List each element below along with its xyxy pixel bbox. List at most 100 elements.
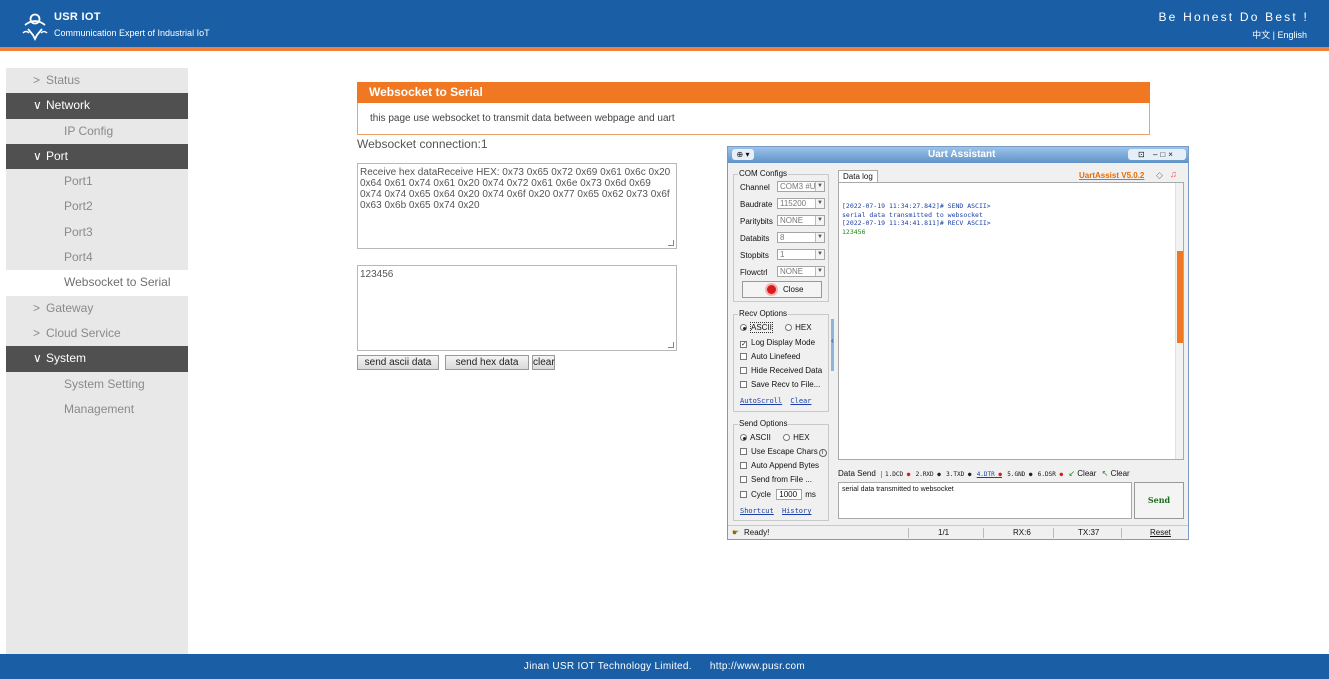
clear-log-button[interactable]: ↖ Clear [1102,469,1130,478]
pin-dcd[interactable]: 1.DCD ● [881,471,911,478]
tab-data-log[interactable]: Data log [838,170,878,182]
sidebar-item-label: Network [46,98,91,113]
stopbits-select[interactable]: 1 ▼ [777,249,825,260]
send-hex-button[interactable]: send hex data [445,355,529,370]
uart-send-button[interactable]: Send [1134,482,1184,519]
chevron-down-icon: ∨ [33,98,42,113]
databits-select[interactable]: 8 ▼ [777,232,825,243]
radio-selected-icon [740,434,747,441]
pin-dsr[interactable]: 6.DSR ● [1038,471,1063,478]
save-recv-to-file-checkbox[interactable]: Save Recv to File... [740,380,820,389]
chevron-right-icon: > [33,300,41,315]
send-hex-radio[interactable]: HEX [783,433,810,442]
version-link[interactable]: UartAssist V5.0.2 [1079,171,1144,180]
log-line: 123456 [842,227,866,236]
flowctrl-select[interactable]: NONE ▼ [777,266,825,277]
auto-append-bytes-checkbox[interactable]: Auto Append Bytes [740,461,819,470]
panel-collapse-handle[interactable] [831,319,834,371]
window-controls[interactable]: ⊡ –□× [1128,149,1186,160]
close-port-button[interactable]: Close [742,281,822,298]
status-rx: RX:6 [1013,528,1031,537]
sidebar-item-port1[interactable]: Port1 [6,169,188,194]
send-ascii-radio[interactable]: ASCII [740,433,771,442]
cycle-input[interactable]: 1000 [776,489,803,500]
sidebar-item-websocket-to-serial[interactable]: Websocket to Serial [6,270,188,296]
auto-append-bytes-label: Auto Append Bytes [751,461,820,470]
sidebar-item-label: Gateway [46,300,94,315]
status-divider [1121,528,1122,538]
window-menu-icon[interactable]: ⊕ ▾ [732,149,754,160]
uart-status-bar: ☛ Ready! 1/1 RX:6 TX:37 Reset [728,525,1188,539]
language-switch: 中文 | English [1252,28,1307,41]
clear-button[interactable]: clear [532,355,555,370]
auto-linefeed-checkbox[interactable]: Auto Linefeed [740,352,800,361]
log-scrollbar-thumb[interactable] [1177,251,1183,343]
reset-counter-button[interactable]: Reset [1150,528,1171,537]
autoscroll-link[interactable]: AutoScroll [740,397,782,405]
dropdown-arrow-icon: ▼ [815,233,824,242]
sidebar-item-management[interactable]: Management [6,397,188,422]
sidebar-item-cloud-service[interactable]: > Cloud Service [6,321,188,346]
chevron-right-icon: > [33,73,41,87]
footer-company: Jinan USR IOT Technology Limited. [523,661,692,672]
bell-icon[interactable]: ♫ [1170,169,1177,179]
sidebar-item-system-setting[interactable]: System Setting [6,372,188,397]
sidebar-item-port4[interactable]: Port4 [6,245,188,270]
pin-rxd[interactable]: 2.RXD ● [916,471,941,478]
history-link[interactable]: History [782,507,812,515]
data-log-area[interactable]: [2022-07-19 11:34:27.842]# SEND ASCII> s… [838,182,1184,460]
collapse-arrow-icon[interactable]: ‹ [831,336,834,345]
sidebar-item-system[interactable]: ∨ System [6,346,188,372]
pin-gnd[interactable]: 5.GND ● [1007,471,1032,478]
flowctrl-value: NONE [780,267,804,276]
cycle-checkbox[interactable]: Cycle 1000 ms [740,489,816,500]
channel-select[interactable]: COM3 #US ▼ [777,181,825,192]
send-from-file-checkbox[interactable]: Send from File ... [740,475,812,484]
port-status-led-icon [767,285,776,294]
cycle-label: Cycle [751,490,772,499]
receive-textarea[interactable]: Receive hex dataReceive HEX: 0x73 0x65 0… [357,163,677,249]
dropdown-arrow-icon: ▼ [815,199,824,208]
pin-led-icon: ● [1059,471,1064,478]
checkbox-icon [740,448,747,455]
sidebar-item-network[interactable]: ∨ Network [6,93,188,119]
hide-received-data-checkbox[interactable]: Hide Received Data [740,366,822,375]
data-send-input[interactable]: serial data transmitted to websocket [838,482,1132,519]
pin-txd[interactable]: 3.TXD ● [946,471,971,478]
sidebar-item-gateway[interactable]: > Gateway [6,296,188,321]
sidebar-item-port[interactable]: ∨ Port [6,143,188,170]
log-display-mode-checkbox[interactable]: ✓ Log Display Mode [740,338,815,348]
use-escape-chars-checkbox[interactable]: Use Escape Chars i [740,447,827,457]
pin-dtr[interactable]: 4.DTR ● [977,471,1002,478]
sidebar-item-port2[interactable]: Port2 [6,194,188,219]
sidebar-item-port3[interactable]: Port3 [6,220,188,245]
resize-grip-icon[interactable] [668,240,674,246]
clear-recv-link[interactable]: Clear [790,397,811,405]
sidebar-item-label: System [46,351,87,366]
clear-send-label: Clear [1077,469,1097,478]
log-scrollbar[interactable] [1175,183,1183,459]
paritybits-select[interactable]: NONE ▼ [777,215,825,226]
send-ascii-button[interactable]: send ascii data [357,355,439,370]
resize-grip-icon[interactable] [668,342,674,348]
clear-send-button[interactable]: ↙ Clear [1068,469,1096,478]
checkbox-icon [740,476,747,483]
sidebar-item-status[interactable]: > Status [6,68,188,93]
diamond-icon[interactable]: ◇ [1156,170,1163,181]
data-send-label: Data Send [838,469,876,478]
shortcut-link[interactable]: Shortcut [740,507,774,515]
info-icon[interactable]: i [818,449,827,457]
databits-label: Databits [740,234,770,243]
uart-titlebar[interactable]: ⊕ ▾ Uart Assistant ⊡ –□× [728,147,1188,163]
lang-english-link[interactable]: English [1277,30,1307,40]
recv-hex-radio[interactable]: HEX [785,323,812,332]
sidebar-item-ip-config[interactable]: IP Config [6,119,188,144]
footer-url-link[interactable]: http://www.pusr.com [710,661,805,672]
recv-ascii-radio[interactable]: ASCII [740,322,773,333]
checkbox-icon [740,367,747,374]
send-textarea[interactable]: 123456 [357,265,677,351]
baudrate-select[interactable]: 115200 ▼ [777,198,825,209]
header-bar: USR IOT Communication Expert of Industri… [0,0,1329,51]
pin-led-icon: ● [937,471,941,478]
lang-chinese-link[interactable]: 中文 [1252,30,1270,40]
